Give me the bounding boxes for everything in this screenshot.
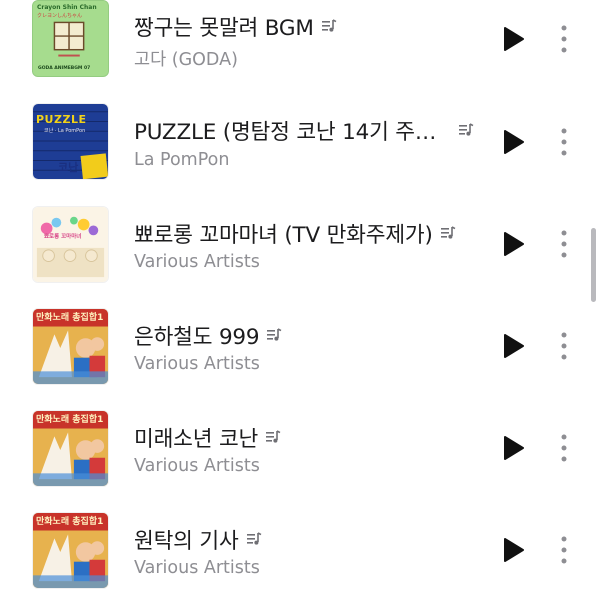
play-icon bbox=[504, 436, 524, 460]
more-vertical-icon bbox=[561, 332, 567, 360]
track-artist[interactable]: Various Artists bbox=[134, 354, 260, 374]
play-icon bbox=[504, 538, 524, 562]
play-icon bbox=[504, 232, 524, 256]
cover-text-line1: Crayon Shin Chan bbox=[37, 4, 97, 11]
track-title[interactable]: 원탁의 기사 bbox=[134, 524, 239, 555]
track-artist[interactable]: Various Artists bbox=[134, 456, 260, 476]
more-options-button[interactable] bbox=[556, 433, 572, 463]
lyrics-note-icon bbox=[266, 430, 281, 443]
title-wrap: 은하철도 999 bbox=[134, 318, 474, 352]
more-options-button[interactable] bbox=[556, 535, 572, 565]
title-wrap: 짱구는 못말려 BGM bbox=[134, 9, 474, 43]
track-title[interactable]: 미래소년 코난 bbox=[134, 422, 258, 453]
play-button[interactable] bbox=[500, 129, 526, 155]
track-row[interactable]: 만화노래 총집합1 원탁의 기사 Various Artists bbox=[0, 510, 600, 612]
lyrics-note-icon bbox=[267, 328, 282, 341]
more-options-button[interactable] bbox=[556, 331, 572, 361]
play-icon bbox=[504, 334, 524, 358]
lyrics-note-icon bbox=[321, 19, 337, 32]
track-title[interactable]: 은하철도 999 bbox=[134, 320, 259, 351]
cover-text-line2: クレヨンしんちゃん bbox=[37, 13, 83, 19]
play-button[interactable] bbox=[500, 435, 526, 461]
play-button[interactable] bbox=[500, 333, 526, 359]
title-wrap: PUZZLE (명탐정 코난 14기 주제가) bbox=[134, 113, 474, 147]
cover-text-line1: 뾰로롱 꼬마마녀 bbox=[44, 234, 82, 240]
track-artist[interactable]: Various Artists bbox=[134, 558, 260, 578]
track-title[interactable]: 짱구는 못말려 BGM bbox=[134, 11, 314, 42]
more-options-button[interactable] bbox=[556, 127, 572, 157]
more-vertical-icon bbox=[561, 230, 567, 258]
more-options-button[interactable] bbox=[556, 24, 572, 54]
cover-text-line1: PUZZLE bbox=[36, 113, 87, 126]
lyrics-note-icon bbox=[459, 123, 474, 136]
little-witch-album-cover[interactable] bbox=[32, 206, 109, 283]
more-vertical-icon bbox=[561, 536, 567, 564]
title-wrap: 원탁의 기사 bbox=[134, 522, 474, 556]
lyrics-note-icon bbox=[246, 532, 261, 545]
scrollbar-thumb[interactable] bbox=[591, 228, 596, 302]
play-button[interactable] bbox=[500, 26, 526, 52]
track-list: Crayon Shin Chan クレヨンしんちゃん GODA ANIMEBGM… bbox=[0, 0, 600, 600]
lyrics-note-icon bbox=[440, 226, 456, 239]
track-artist[interactable]: La PomPon bbox=[134, 150, 229, 170]
more-options-button[interactable] bbox=[556, 229, 572, 259]
cover-text-line1: 만화노래 총집합1 bbox=[36, 313, 104, 323]
track-row[interactable]: 만화노래 총집합1 은하철도 999 Various Artists bbox=[0, 306, 600, 408]
more-vertical-icon bbox=[561, 434, 567, 462]
album-art-graphic bbox=[33, 207, 108, 282]
track-title[interactable]: 뾰로롱 꼬마마녀 (TV 만화주제가) bbox=[134, 218, 433, 249]
cover-text-line2: 코난 · La PomPon bbox=[44, 128, 86, 134]
play-icon bbox=[504, 27, 524, 51]
title-wrap: 미래소년 코난 bbox=[134, 420, 474, 454]
cover-text-footer: GODA ANIMEBGM 07 bbox=[38, 66, 91, 71]
play-button[interactable] bbox=[500, 537, 526, 563]
track-row[interactable]: 뾰로롱 꼬마마녀 뾰로롱 꼬마마녀 (TV 만화주제가) Various Art… bbox=[0, 204, 600, 306]
track-artist[interactable]: 고다 (GODA) bbox=[134, 46, 238, 71]
track-artist[interactable]: Various Artists bbox=[134, 252, 260, 272]
cover-text-line1: 만화노래 총집합1 bbox=[36, 517, 104, 527]
play-button[interactable] bbox=[500, 231, 526, 257]
track-title[interactable]: PUZZLE (명탐정 코난 14기 주제가) bbox=[134, 115, 451, 146]
play-icon bbox=[504, 130, 524, 154]
track-row[interactable]: Crayon Shin Chan クレヨンしんちゃん GODA ANIMEBGM… bbox=[0, 0, 600, 102]
cover-text-badge: 코난 bbox=[58, 161, 79, 174]
title-wrap: 뾰로롱 꼬마마녀 (TV 만화주제가) bbox=[134, 216, 474, 250]
cover-text-line1: 만화노래 총집합1 bbox=[36, 415, 104, 425]
more-vertical-icon bbox=[561, 25, 567, 53]
more-vertical-icon bbox=[561, 128, 567, 156]
track-row[interactable]: 만화노래 총집합1 미래소년 코난 Various Artists bbox=[0, 408, 600, 510]
track-row[interactable]: PUZZLE 코난 · La PomPon 코난 PUZZLE (명탐정 코난 … bbox=[0, 102, 600, 204]
